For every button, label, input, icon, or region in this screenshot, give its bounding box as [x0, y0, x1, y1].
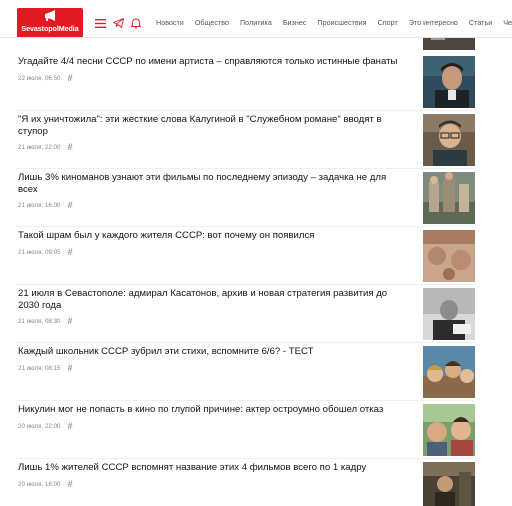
article-meta: 21 июля, 08:15 # [18, 364, 72, 373]
article-title[interactable]: Никулин мог не попасть в кино по глупой … [18, 404, 408, 416]
divider [16, 168, 476, 169]
hashtag-icon[interactable]: # [67, 480, 72, 489]
article-date: 22 июля, 06:50 [18, 75, 61, 82]
article-meta: 21 июля, 22:00 # [18, 143, 72, 152]
article-thumbnail[interactable] [423, 114, 475, 166]
article-item[interactable]: Каждый школьник СССР зубрил эти стихи, в… [0, 346, 512, 402]
hashtag-icon[interactable]: # [67, 364, 72, 373]
main-nav: Новости Общество Политика Бизнес Происше… [156, 18, 512, 27]
nav-item-sport[interactable]: Спорт [378, 18, 398, 27]
nav-item-news[interactable]: Новости [156, 18, 184, 27]
article-date: 21 июля, 08:30 [18, 318, 61, 325]
article-thumbnail[interactable] [423, 288, 475, 340]
article-title[interactable]: Такой шрам был у каждого жителя СССР: во… [18, 230, 408, 242]
nav-item-incidents[interactable]: Происшествия [317, 18, 366, 27]
megaphone-icon [45, 10, 55, 21]
article-title[interactable]: Угадайте 4/4 песни СССР по имени артиста… [18, 56, 408, 68]
article-item[interactable]: Лишь 3% киноманов узнают эти фильмы по п… [0, 172, 512, 228]
divider [16, 284, 476, 285]
divider [16, 110, 476, 111]
hashtag-icon[interactable]: # [67, 248, 72, 257]
article-thumbnail[interactable] [423, 346, 475, 398]
article-meta: 21 июля, 08:30 # [18, 317, 72, 326]
article-item[interactable]: Никулин мог не попасть в кино по глупой … [0, 404, 512, 460]
article-date: 20 июля, 22:00 [18, 423, 61, 430]
nav-item-interesting[interactable]: Это интересно [409, 18, 458, 27]
article-title[interactable]: 21 июля в Севастополе: адмирал Касатонов… [18, 288, 408, 312]
logo-text: SevastopolMedia [21, 24, 79, 33]
telegram-icon[interactable] [111, 16, 125, 30]
article-thumbnail[interactable] [423, 404, 475, 456]
divider [16, 400, 476, 401]
article-meta: 21 июля, 09:05 # [18, 248, 72, 257]
divider [16, 226, 476, 227]
hamburger-menu-icon[interactable] [93, 16, 107, 30]
article-thumbnail[interactable] [423, 462, 475, 506]
nav-item-business[interactable]: Бизнес [283, 18, 307, 27]
news-feed: Угадайте 4/4 песни СССР по имени артиста… [0, 0, 512, 506]
hashtag-icon[interactable]: # [67, 143, 72, 152]
nav-item-challenge[interactable]: Челл [503, 18, 512, 27]
hashtag-icon[interactable]: # [67, 317, 72, 326]
article-date: 20 июля, 16:00 [18, 481, 61, 488]
article-thumbnail[interactable] [423, 230, 475, 282]
nav-item-articles[interactable]: Статьи [469, 18, 492, 27]
article-title[interactable]: Лишь 3% киноманов узнают эти фильмы по п… [18, 172, 408, 196]
bell-icon[interactable] [129, 16, 143, 30]
article-title[interactable]: Лишь 1% жителей СССР вспомнят название э… [18, 462, 408, 474]
article-meta: 21 июля, 16:00 # [18, 201, 72, 210]
article-item[interactable]: Угадайте 4/4 песни СССР по имени артиста… [0, 56, 512, 112]
article-title[interactable]: Каждый школьник СССР зубрил эти стихи, в… [18, 346, 408, 358]
article-thumbnail[interactable] [423, 172, 475, 224]
hashtag-icon[interactable]: # [67, 74, 72, 83]
article-item[interactable]: 21 июля в Севастополе: адмирал Касатонов… [0, 288, 512, 344]
nav-item-society[interactable]: Общество [195, 18, 229, 27]
site-logo[interactable]: SevastopolMedia [17, 8, 83, 37]
article-date: 21 июля, 22:00 [18, 144, 61, 151]
article-date: 21 июля, 08:15 [18, 365, 61, 372]
site-header: SevastopolMedia Новости Общество Политик… [0, 0, 512, 38]
article-meta: 20 июля, 16:00 # [18, 480, 72, 489]
article-item[interactable]: Такой шрам был у каждого жителя СССР: во… [0, 230, 512, 286]
article-item[interactable]: Лишь 1% жителей СССР вспомнят название э… [0, 462, 512, 506]
hashtag-icon[interactable]: # [67, 422, 72, 431]
hashtag-icon[interactable]: # [67, 201, 72, 210]
article-item[interactable]: "Я их уничтожила": эти жесткие слова Кал… [0, 114, 512, 170]
nav-item-politics[interactable]: Политика [240, 18, 272, 27]
article-meta: 22 июля, 06:50 # [18, 74, 72, 83]
divider [16, 458, 476, 459]
article-meta: 20 июля, 22:00 # [18, 422, 72, 431]
article-date: 21 июля, 16:00 [18, 202, 61, 209]
divider [16, 342, 476, 343]
article-date: 21 июля, 09:05 [18, 249, 61, 256]
article-title[interactable]: "Я их уничтожила": эти жесткие слова Кал… [18, 114, 408, 138]
article-thumbnail[interactable] [423, 56, 475, 108]
